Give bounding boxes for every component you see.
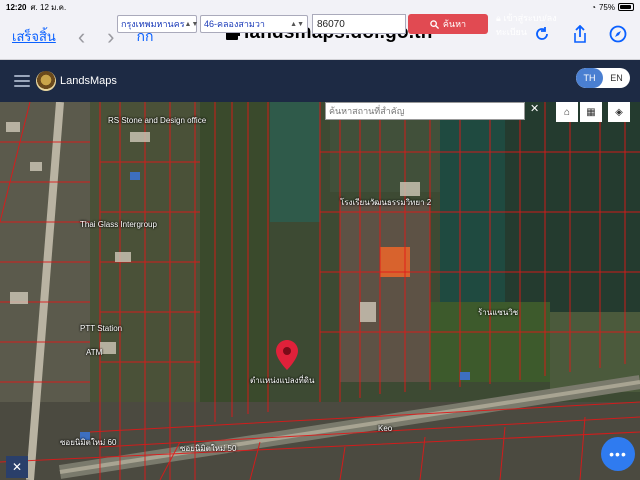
search-icon [430, 19, 439, 29]
brand-name: LandsMaps [60, 75, 117, 87]
more-options-button[interactable]: ••• [601, 437, 635, 471]
login-link[interactable]: 🔒︎ เข้าสู่ระบบ/ลงทะเบียน [496, 11, 568, 39]
status-date: ศ. 12 ม.ค. [30, 2, 67, 12]
map-imagery [0, 102, 640, 480]
search-button[interactable]: ค้นหา [408, 14, 488, 34]
map-label-shop[interactable]: ร้านแซนวิช [478, 306, 518, 319]
battery-percent: 75% [598, 2, 615, 12]
chevron-down-icon: ▲▼ [290, 20, 304, 28]
close-icon[interactable]: ✕ [530, 102, 539, 115]
province-value: กรุงเทพมหานคร [121, 19, 185, 29]
dol-logo [36, 71, 56, 91]
grid-icon[interactable]: ▦ [580, 102, 602, 122]
landsmaps-header: LandsMaps [0, 60, 640, 102]
parcel-number-input[interactable] [312, 14, 406, 34]
lang-en[interactable]: EN [603, 68, 630, 88]
map-label-marker: ตำแหน่งแปลงที่ดิน [250, 376, 315, 385]
district-value: 46-คลองสามวา [204, 19, 265, 29]
battery-icon [618, 3, 634, 11]
map-label-thai-glass[interactable]: Thai Glass Intergroup [80, 220, 157, 229]
back-icon[interactable]: ‹ [78, 25, 85, 48]
done-button[interactable]: เสร็จสิ้น [12, 26, 56, 47]
status-time: 12:20 [6, 2, 27, 12]
lang-th[interactable]: TH [576, 68, 603, 88]
satellite-map[interactable]: RS Stone and Design office Thai Glass In… [0, 102, 640, 480]
map-label-rs-stone[interactable]: RS Stone and Design office [108, 116, 206, 125]
map-label-soi-60: ซอยนิมิตใหม่ 60 [60, 438, 117, 447]
menu-icon[interactable] [14, 75, 30, 87]
language-toggle[interactable]: TH EN [576, 68, 630, 88]
home-icon[interactable]: ⌂ [556, 102, 578, 122]
map-label-ptt[interactable]: PTT Station [80, 324, 122, 333]
user-lock-icon: 🔒︎ [496, 13, 501, 23]
map-label-atm[interactable]: ATM [86, 348, 102, 357]
location-pin-icon[interactable] [276, 340, 298, 370]
compass-icon[interactable] [608, 24, 628, 44]
login-label: เข้าสู่ระบบ/ลงทะเบียน [496, 13, 557, 37]
map-label-soi-50: ซอยนิมิตใหม่ 50 [180, 444, 237, 453]
map-label-school[interactable]: โรงเรียนวัฒนธรรมวิทยา 2 [340, 196, 431, 209]
status-right: ◔ 75% [591, 3, 634, 12]
tools-icon[interactable]: ✕ [6, 456, 28, 478]
chevron-down-icon: ▲▼ [184, 20, 199, 28]
map-label-keo[interactable]: Keo [378, 424, 392, 433]
layers-icon[interactable]: ◈ [608, 102, 630, 122]
forward-icon[interactable]: › [107, 25, 114, 48]
search-label: ค้นหา [442, 19, 467, 29]
place-search-input[interactable] [325, 102, 525, 120]
district-select[interactable]: 46-คลองสามวา ▲▼ [200, 15, 308, 33]
share-icon[interactable] [570, 24, 590, 44]
province-select[interactable]: กรุงเทพมหานคร ▲▼ [117, 15, 199, 33]
wifi-icon: ◔ [591, 2, 596, 12]
